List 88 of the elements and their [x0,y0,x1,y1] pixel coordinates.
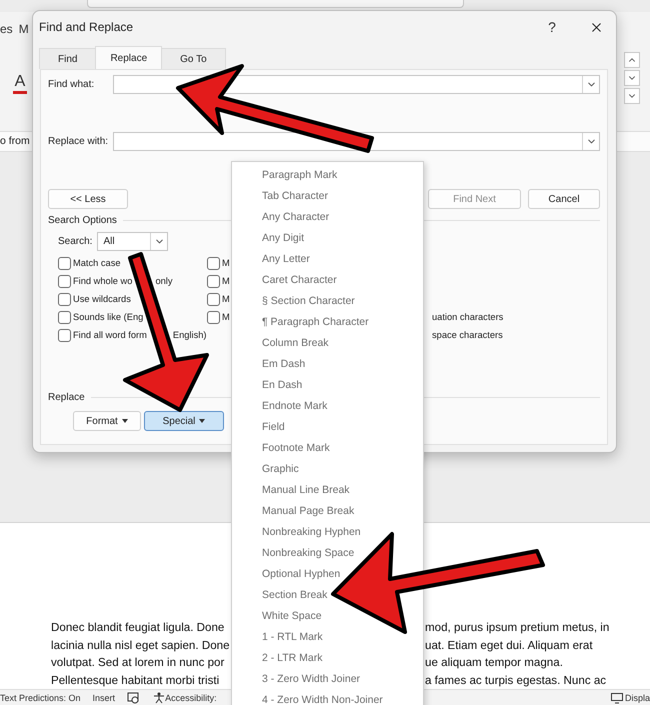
option-label[interactable]: Find whole wo [73,276,132,286]
document-text: ue aliquam tempor magna. [425,655,563,672]
document-text: volutpat. Sed at lorem in nunc por [51,655,224,672]
scroll-down-button[interactable] [624,70,640,86]
menu-item[interactable]: Field [262,420,285,432]
menu-item[interactable]: Graphic [262,462,299,474]
dialog-tab[interactable]: Go To [161,48,226,69]
section-title: Replace [48,392,85,403]
display-settings-status[interactable]: Displa [624,692,650,703]
option-label[interactable]: English) [172,330,206,340]
document-text: Donec blandit feugiat ligula. Done [51,620,224,636]
menu-item[interactable]: Any Character [262,210,330,222]
find-what-field[interactable] [113,75,600,94]
menu-item[interactable]: Section Break [262,588,328,600]
macro-icon[interactable] [127,692,140,704]
menu-item[interactable]: Any Letter [262,252,310,264]
option-label[interactable]: Sounds like (Eng [73,312,144,322]
insert-mode-status[interactable]: Insert [92,692,116,703]
option-label[interactable]: space characters [432,330,503,340]
menu-item[interactable]: Nonbreaking Hyphen [262,526,361,538]
menu-item[interactable]: Footnote Mark [262,442,330,454]
text-predictions-status[interactable]: Text Predictions: On [0,692,81,703]
menu-item[interactable]: Paragraph Mark [262,168,338,180]
caret-icon [122,419,128,423]
checkbox[interactable] [207,256,220,270]
search-direction-select[interactable]: All [97,232,168,251]
checkbox[interactable] [58,274,71,288]
option-label[interactable]: M [222,276,230,286]
checkbox[interactable] [207,310,220,324]
dialog-tab[interactable]: Replace [95,46,162,69]
menu-item[interactable]: Optional Hyphen [262,568,340,580]
document-text: lacinia nulla nisl eget sapien. Done [51,638,230,654]
menu-item[interactable]: 1 - RTL Mark [262,630,323,642]
accessibility-status[interactable]: Accessibility: [165,692,217,703]
display-icon[interactable] [610,692,623,704]
document-text: Pellentesque habitant morbi tristi [51,672,220,689]
dialog-title: Find and Replace [39,20,134,34]
menu-item[interactable]: Caret Character [262,274,337,286]
accessibility-icon[interactable] [153,692,166,704]
menu-item[interactable]: 4 - Zero Width Non-Joiner [262,694,383,705]
ribbon-tab[interactable]: es [0,22,13,36]
less-button[interactable]: << Less [48,189,128,209]
format-button[interactable]: Format [73,411,141,431]
menu-item[interactable]: En Dash [262,378,302,390]
field-label: Find what: [48,79,96,90]
replace-with-field[interactable] [113,132,600,151]
menu-item[interactable]: ¶ Paragraph Character [262,316,369,328]
more-button[interactable] [624,88,640,104]
option-label[interactable]: uation characters [432,312,504,322]
option-label[interactable]: M [222,312,230,322]
menu-item[interactable]: 2 - LTR Mark [262,652,322,664]
section-title: Search Options [48,215,117,226]
help-button[interactable]: ? [532,11,572,43]
menu-item[interactable]: Manual Line Break [262,484,350,496]
document-text: a fames ac turpis egestas. Nunc ac [425,672,606,689]
ribbon-tab[interactable]: M [18,22,29,36]
cancel-button[interactable]: Cancel [528,189,600,209]
menu-item[interactable]: Nonbreaking Space [262,546,354,558]
menu-item[interactable]: 3 - Zero Width Joiner [262,672,360,684]
option-label[interactable]: M [222,294,230,304]
special-button[interactable]: Special [144,411,224,431]
dialog-tab[interactable]: Find [39,48,96,69]
menu-item[interactable]: Endnote Mark [262,400,328,412]
menu-item[interactable]: § Section Character [262,294,355,306]
checkbox[interactable] [207,292,220,306]
checkbox[interactable] [58,292,71,306]
menu-item[interactable]: Any Digit [262,232,304,244]
menu-item[interactable]: Column Break [262,336,329,348]
field-label: Search: [58,236,92,247]
document-text: mod, purus ipsum pretium metus, in [425,620,610,636]
scroll-up-button[interactable] [624,52,640,68]
bar-text: o from [0,134,30,150]
option-label[interactable]: only [155,276,172,286]
option-label[interactable]: Find all word form [73,330,147,340]
menu-item[interactable]: Manual Page Break [262,504,354,516]
checkbox[interactable] [207,274,220,288]
checkbox[interactable] [58,256,71,270]
checkbox[interactable] [58,310,71,324]
caret-icon [199,419,206,423]
menu-item[interactable]: Tab Character [262,190,328,202]
option-label[interactable]: Match case [73,258,121,268]
menu-item[interactable]: Em Dash [262,358,306,370]
option-label[interactable]: Use wildcards [73,294,131,304]
option-label[interactable]: M [222,258,230,268]
document-text: uat. Etiam eget dui. Aliquam erat [425,638,593,654]
checkbox[interactable] [58,328,71,342]
field-label: Replace with: [48,136,110,147]
menu-item[interactable]: White Space [262,610,322,622]
